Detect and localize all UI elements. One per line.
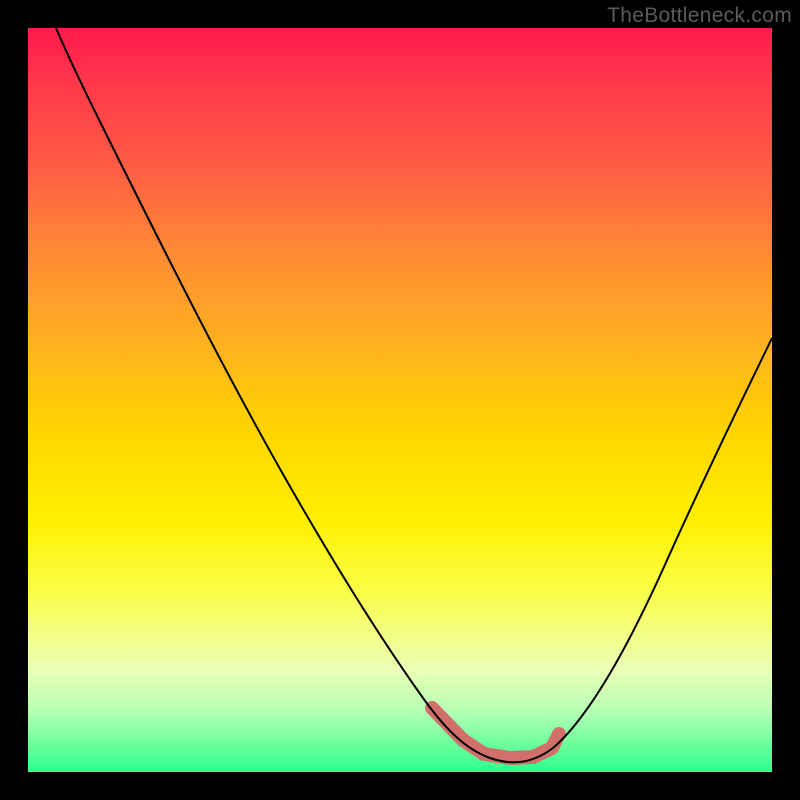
bottleneck-curve bbox=[56, 28, 772, 762]
plot-area bbox=[28, 28, 772, 772]
watermark-text: TheBottleneck.com bbox=[607, 4, 792, 28]
chart-svg bbox=[28, 28, 772, 772]
chart-frame: TheBottleneck.com bbox=[0, 0, 800, 800]
